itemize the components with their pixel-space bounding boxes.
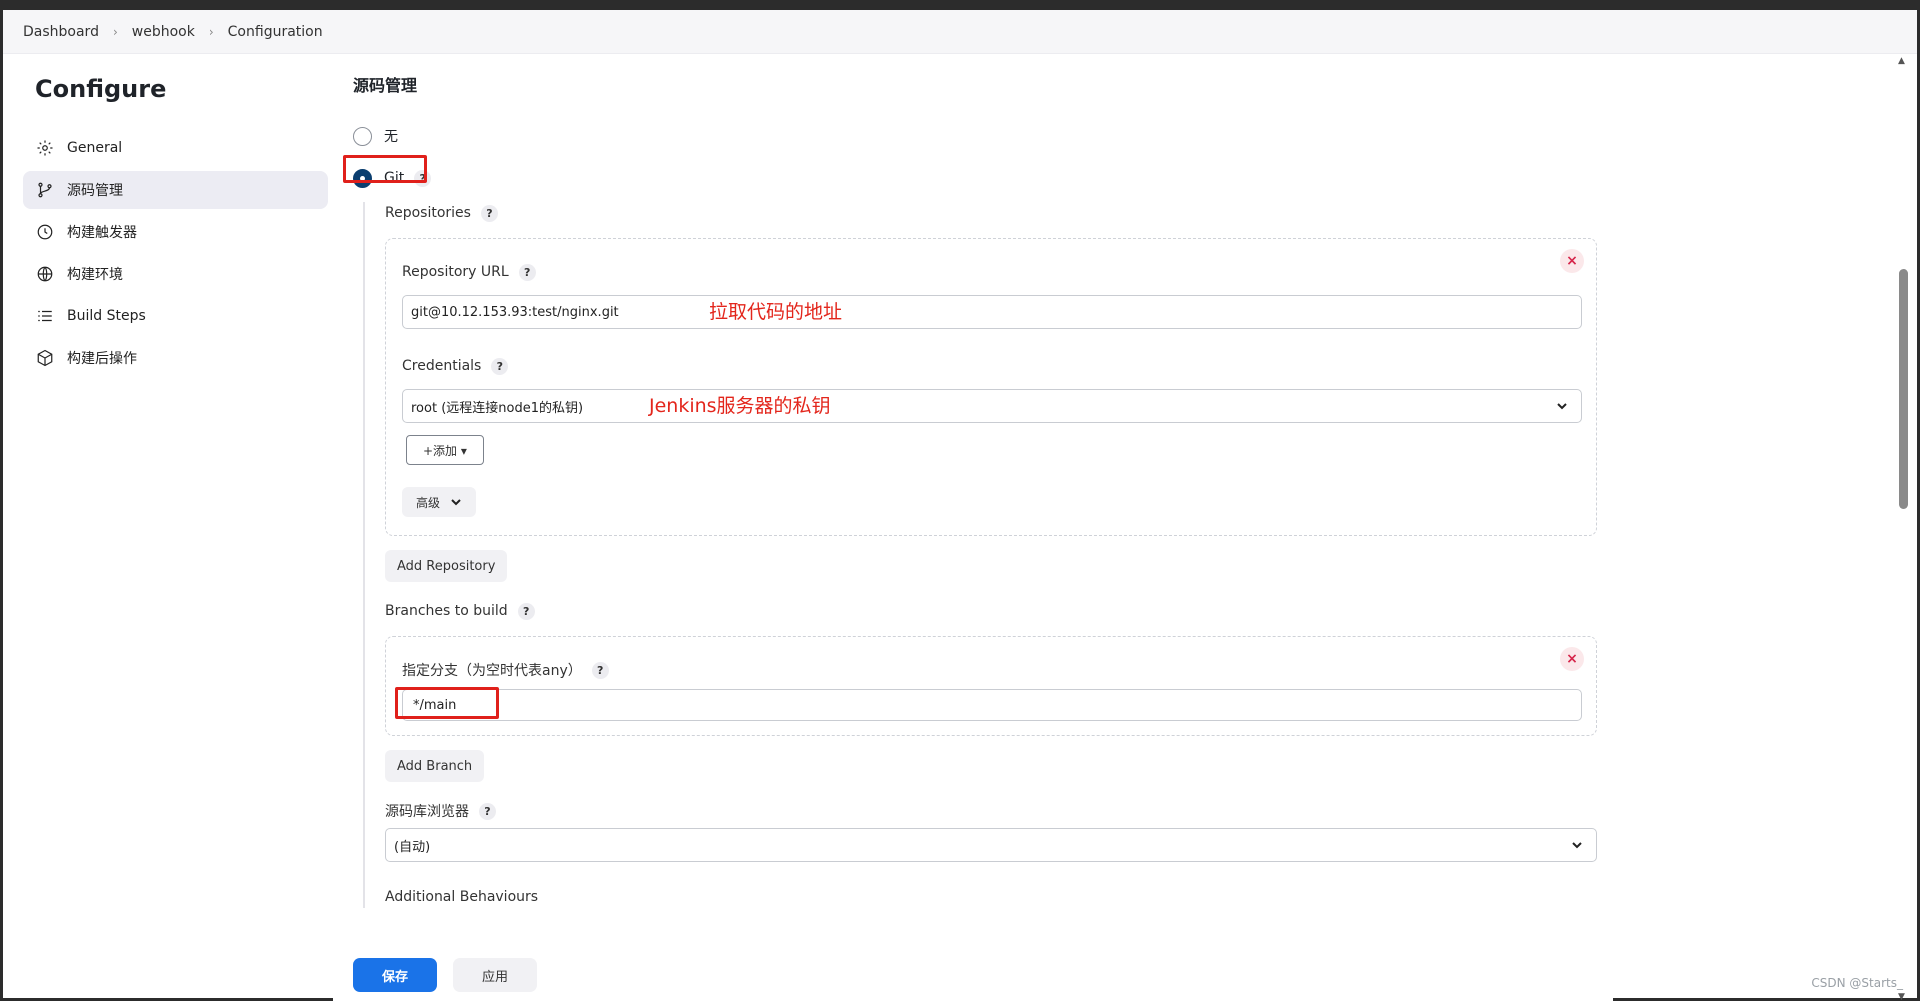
repositories-label: Repositories (385, 205, 471, 221)
branches-label-row: Branches to build ? (385, 600, 1603, 622)
globe-icon (35, 264, 55, 284)
repo-url-label: Repository URL (402, 264, 509, 280)
sidebar-item-environment[interactable]: 构建环境 (23, 255, 328, 293)
main-content: 源码管理 无 Git ? Repositories ? × Repository… (343, 72, 1603, 908)
advanced-label: 高级 (416, 495, 441, 510)
annotation-url-note: 拉取代码的地址 (709, 301, 843, 323)
branches-label: Branches to build (385, 603, 508, 619)
repo-url-input[interactable]: git@10.12.153.93:test/nginx.git 拉取代码的地址 (402, 295, 1582, 329)
repo-browser-value: (自动) (394, 839, 431, 855)
page-title: Configure (35, 75, 167, 103)
branch-spec-label-row: 指定分支（为空时代表any） ? (402, 659, 1580, 681)
repo-browser-label-row: 源码库浏览器 ? (385, 800, 1603, 822)
repo-url-label-row: Repository URL ? (402, 261, 1580, 283)
branch-spec-input[interactable]: */main (395, 687, 1582, 721)
credentials-label: Credentials (402, 358, 482, 374)
sidebar-item-label: General (67, 140, 123, 156)
package-icon (35, 348, 55, 368)
repo-url-value: git@10.12.153.93:test/nginx.git (411, 304, 619, 320)
help-icon[interactable]: ? (518, 263, 536, 281)
radio-git-row[interactable]: Git ? (353, 164, 1603, 192)
add-repository-button[interactable]: Add Repository (385, 550, 508, 582)
section-title: 源码管理 (353, 76, 418, 95)
save-button[interactable]: 保存 (353, 958, 437, 992)
repository-card: × Repository URL ? git@10.12.153.93:test… (385, 238, 1597, 536)
repo-browser-select[interactable]: (自动) (385, 828, 1597, 862)
annotation-cred-note: Jenkins服务器的私钥 (649, 395, 831, 417)
sidebar-item-label: 构建触发器 (67, 225, 137, 241)
git-option: Git ? Repositories ? × Repository URL ? … (343, 155, 1603, 908)
radio-none-row[interactable]: 无 (353, 122, 1603, 150)
radio-none[interactable] (353, 126, 372, 146)
watermark: CSDN @Starts_ (1811, 976, 1903, 990)
sidebar-item-general[interactable]: General (23, 129, 328, 167)
branch-card: × 指定分支（为空时代表any） ? */main (385, 636, 1597, 736)
breadcrumb-dashboard[interactable]: Dashboard (23, 24, 99, 40)
highlight-box (395, 687, 499, 719)
apply-button[interactable]: 应用 (453, 958, 537, 992)
add-branch-button[interactable]: Add Branch (385, 750, 485, 782)
help-icon[interactable]: ? (591, 661, 609, 679)
sidebar-item-label: 源码管理 (67, 183, 123, 199)
additional-behaviours-label: Additional Behaviours (385, 889, 539, 905)
breadcrumb-configuration[interactable]: Configuration (228, 24, 323, 40)
help-icon[interactable]: ? (479, 802, 496, 820)
chevron-right-icon: › (208, 24, 214, 39)
branch-spec-label: 指定分支（为空时代表any） (402, 663, 582, 679)
advanced-button[interactable]: 高级 (402, 487, 477, 517)
help-icon[interactable]: ? (491, 357, 509, 375)
radio-none-label: 无 (384, 129, 398, 145)
chevron-down-icon (1555, 399, 1569, 413)
repo-browser-label: 源码库浏览器 (385, 804, 469, 820)
chevron-down-icon (1570, 838, 1584, 852)
sidebar-item-triggers[interactable]: 构建触发器 (23, 213, 328, 251)
help-icon[interactable]: ? (480, 204, 498, 222)
sidebar-item-label: Build Steps (67, 308, 146, 324)
git-settings: Repositories ? × Repository URL ? git@10… (363, 202, 1603, 908)
credentials-select[interactable]: root (远程连接node1的私钥) Jenkins服务器的私钥 (402, 389, 1582, 423)
list-icon (35, 306, 55, 326)
remove-repository-button[interactable]: × (1560, 249, 1584, 273)
chevron-down-icon (451, 499, 461, 506)
scroll-thumb[interactable] (1899, 269, 1908, 509)
breadcrumb: Dashboard › webhook › Configuration (3, 10, 1917, 54)
app-window: Dashboard › webhook › Configuration Conf… (0, 0, 1920, 1001)
sidebar: Configure General 源码管理 构建触发器 构建环境 Build … (23, 75, 328, 381)
scroll-up-icon[interactable]: ▲ (1898, 56, 1905, 66)
branch-icon (35, 180, 55, 200)
clock-icon (35, 222, 55, 242)
highlight-box (343, 155, 427, 183)
breadcrumb-webhook[interactable]: webhook (132, 24, 195, 40)
sidebar-item-label: 构建后操作 (67, 351, 137, 367)
sidebar-item-build-steps[interactable]: Build Steps (23, 297, 328, 335)
footer-actions: 保存 应用 (333, 945, 1613, 1001)
sidebar-item-post-build[interactable]: 构建后操作 (23, 339, 328, 377)
additional-behaviours-label-row: Additional Behaviours (385, 886, 1603, 908)
chevron-right-icon: › (112, 24, 118, 39)
scroll-down-icon[interactable]: ▼ (1898, 992, 1905, 1001)
add-credentials-button[interactable]: +添加 ▾ (406, 435, 484, 465)
repositories-label-row: Repositories ? (385, 202, 1603, 224)
sidebar-item-scm[interactable]: 源码管理 (23, 171, 328, 209)
credentials-label-row: Credentials ? (402, 355, 1580, 377)
vertical-scrollbar[interactable]: ▲ ▼ (1897, 54, 1909, 1001)
sidebar-item-label: 构建环境 (67, 267, 123, 283)
gear-icon (35, 138, 55, 158)
credentials-value: root (远程连接node1的私钥) (411, 400, 584, 416)
help-icon[interactable]: ? (517, 602, 535, 620)
remove-branch-button[interactable]: × (1560, 647, 1584, 671)
